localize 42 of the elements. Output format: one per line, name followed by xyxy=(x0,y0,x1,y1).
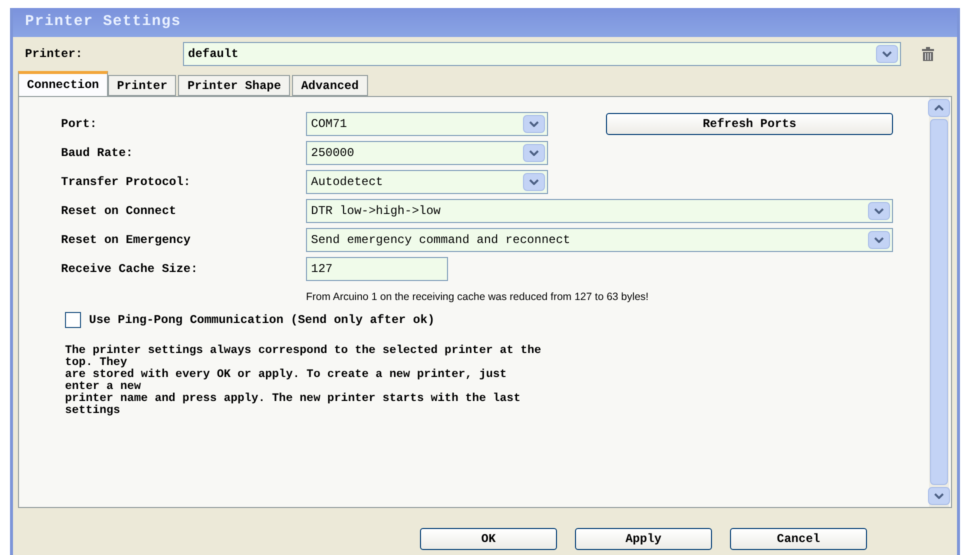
field-label: Receive Cache Size: xyxy=(61,261,199,278)
dialog-button[interactable]: Cancel xyxy=(730,528,867,550)
dropdown[interactable]: COM71 xyxy=(306,112,548,136)
tab[interactable]: Printer Shape xyxy=(178,75,290,96)
printer-label: Printer: xyxy=(24,46,84,63)
chevron-down-icon[interactable] xyxy=(523,144,545,162)
dropdown[interactable]: Autodetect xyxy=(306,170,548,194)
refresh-ports-button[interactable]: Refresh Ports xyxy=(606,113,893,135)
dialog-button[interactable]: Apply xyxy=(575,528,712,550)
help-text: printer name and press apply. The new printer starts with the last xyxy=(65,392,522,405)
checkbox-label: Use Ping-Pong Communication (Send only after ok) xyxy=(89,312,435,329)
dropdown[interactable]: DTR low->high->low xyxy=(306,199,893,223)
scroll-down-icon[interactable] xyxy=(928,487,950,505)
input-field[interactable]: 127 xyxy=(306,257,448,281)
dialog-button[interactable]: OK xyxy=(420,528,557,550)
cache-note: From Arcuino 1 on the receiving cache was reduced from 127 to 63 byles! xyxy=(306,290,650,305)
chevron-down-icon[interactable] xyxy=(523,173,545,191)
chevron-down-icon[interactable] xyxy=(868,202,890,220)
help-text: enter a new xyxy=(65,380,142,393)
chevron-down-icon[interactable] xyxy=(523,115,545,133)
tab[interactable]: Printer xyxy=(108,75,176,96)
field-label: Transfer Protocol: xyxy=(61,174,192,191)
chevron-down-icon[interactable] xyxy=(868,231,890,249)
scroll-up-icon[interactable] xyxy=(928,99,950,117)
tab[interactable]: Connection xyxy=(18,71,108,96)
checkbox[interactable] xyxy=(65,312,81,328)
field-label: Reset on Emergency xyxy=(61,232,192,249)
field-label: Baud Rate: xyxy=(61,145,134,162)
chevron-down-icon[interactable] xyxy=(876,45,898,63)
field-label: Port: xyxy=(61,116,98,133)
scrollbar[interactable] xyxy=(929,97,949,507)
dropdown[interactable]: Send emergency command and reconnect xyxy=(306,228,893,252)
window-title: Printer Settings xyxy=(25,12,182,32)
printer-dropdown[interactable]: default xyxy=(183,42,901,66)
help-text: settings xyxy=(65,404,122,417)
tab[interactable]: Advanced xyxy=(292,75,368,96)
help-text: top. They xyxy=(65,356,128,369)
dropdown[interactable]: 250000 xyxy=(306,141,548,165)
field-label: Reset on Connect xyxy=(61,203,178,220)
help-text: are stored with every OK or apply. To create a new printer, just xyxy=(65,368,508,381)
trash-icon[interactable] xyxy=(921,47,935,61)
help-text: The printer settings always correspond to the selected printer at the xyxy=(65,344,542,357)
